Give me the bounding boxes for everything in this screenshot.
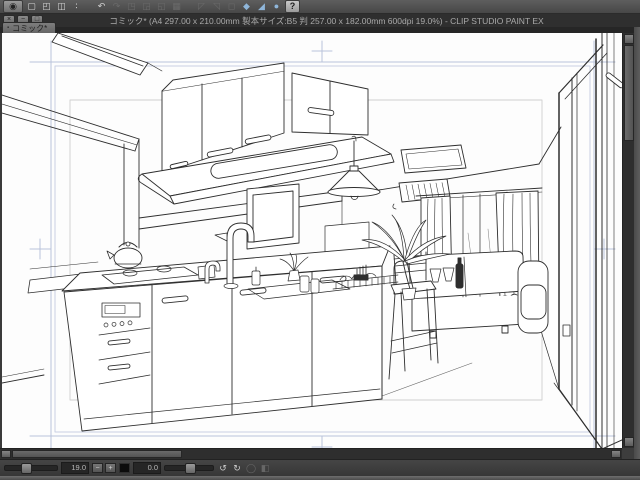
line-art-drawing bbox=[2, 33, 622, 448]
anchor-pin-icon[interactable]: ● bbox=[270, 1, 283, 12]
window-bottom-edge bbox=[0, 476, 640, 480]
rotate-buttons: ↺ ↻ ◯ ◧ bbox=[217, 463, 271, 474]
horizontal-scroll-thumb[interactable] bbox=[12, 450, 182, 458]
snap-grid-icon[interactable]: ◻ bbox=[225, 1, 238, 12]
object-select-icon[interactable]: ◆ bbox=[240, 1, 253, 12]
scroll-left-button[interactable] bbox=[1, 450, 11, 458]
rotation-slider[interactable] bbox=[164, 463, 214, 474]
canvas-status-bar: 19.0 − + 0.0 ↺ ↻ ◯ ◧ bbox=[0, 459, 640, 476]
document-tab-label: コミック* bbox=[12, 23, 48, 33]
free-transform-icon[interactable]: ▦ bbox=[170, 1, 183, 12]
vertical-scroll-thumb[interactable] bbox=[624, 45, 634, 141]
command-bar: ◉ ▢ ◰ ◫ ∶ ↶ ↷ ◳ ◲ ◱ ▦ ◸ ◹ ◻ ◆ ◢ ●? bbox=[0, 0, 640, 14]
save-file-icon[interactable]: ◫ bbox=[55, 1, 68, 12]
modified-indicator-icon: ▪ bbox=[7, 25, 10, 31]
snap-ruler-icon[interactable]: ◸ bbox=[195, 1, 208, 12]
zoom-in-icon[interactable]: + bbox=[105, 463, 116, 473]
clip-studio-window: ◉ ▢ ◰ ◫ ∶ ↶ ↷ ◳ ◲ ◱ ▦ ◸ ◹ ◻ ◆ ◢ ●? × − □ コミック* (A4 297.00 … bbox=[0, 0, 640, 480]
document-tab[interactable]: ▪ コミック* bbox=[2, 22, 57, 33]
ceiling-light-panel bbox=[400, 144, 467, 174]
reset-rotation-icon[interactable]: ◯ bbox=[245, 463, 257, 474]
help-icon[interactable]: ? bbox=[285, 0, 300, 13]
canvas-viewport[interactable] bbox=[2, 33, 622, 448]
rotate-left-icon[interactable]: ↺ bbox=[217, 463, 229, 474]
zoom-slider[interactable] bbox=[4, 463, 58, 474]
clear-icon[interactable]: ◳ bbox=[125, 1, 138, 12]
zoom-slider-handle[interactable] bbox=[21, 463, 32, 474]
toolbar-icons: ◉ ▢ ◰ ◫ ∶ ↶ ↷ ◳ ◲ ◱ ▦ ◸ ◹ ◻ ◆ ◢ ●? bbox=[3, 0, 302, 13]
vertical-scrollbar[interactable] bbox=[622, 33, 634, 448]
flip-horizontal-icon[interactable]: ◧ bbox=[259, 463, 271, 474]
new-file-icon[interactable]: ▢ bbox=[25, 1, 38, 12]
open-file-icon[interactable]: ◰ bbox=[40, 1, 53, 12]
scroll-right-button[interactable] bbox=[611, 450, 621, 458]
fill-icon[interactable]: ◲ bbox=[140, 1, 153, 12]
pen-cursor-icon[interactable]: ◢ bbox=[255, 1, 268, 12]
more-options-icon[interactable]: ∶ bbox=[70, 1, 83, 12]
title-bar: × − □ コミック* (A4 297.00 x 210.00mm 製本サイズ:B5… bbox=[0, 14, 640, 28]
redo-icon[interactable]: ↷ bbox=[110, 1, 123, 12]
scale-rotate-icon[interactable]: ◱ bbox=[155, 1, 168, 12]
rotation-slider-handle[interactable] bbox=[185, 463, 196, 474]
zoom-buttons: − + bbox=[92, 463, 116, 473]
fit-screen-button[interactable] bbox=[119, 463, 130, 473]
clip-studio-logo-icon[interactable]: ◉ bbox=[3, 0, 23, 13]
rotate-right-icon[interactable]: ↻ bbox=[231, 463, 243, 474]
scroll-down-button[interactable] bbox=[624, 437, 634, 447]
zoom-out-icon[interactable]: − bbox=[92, 463, 103, 473]
window-title: コミック* (A4 297.00 x 210.00mm 製本サイズ:B5 判 2… bbox=[109, 15, 544, 26]
zoom-value: 19.0 bbox=[61, 462, 89, 474]
rotation-value: 0.0 bbox=[133, 462, 161, 474]
horizontal-scrollbar[interactable] bbox=[0, 448, 622, 459]
snap-special-ruler-icon[interactable]: ◹ bbox=[210, 1, 223, 12]
undo-icon[interactable]: ↶ bbox=[95, 1, 108, 12]
scroll-up-button[interactable] bbox=[624, 34, 634, 44]
window-right-edge bbox=[634, 27, 640, 459]
